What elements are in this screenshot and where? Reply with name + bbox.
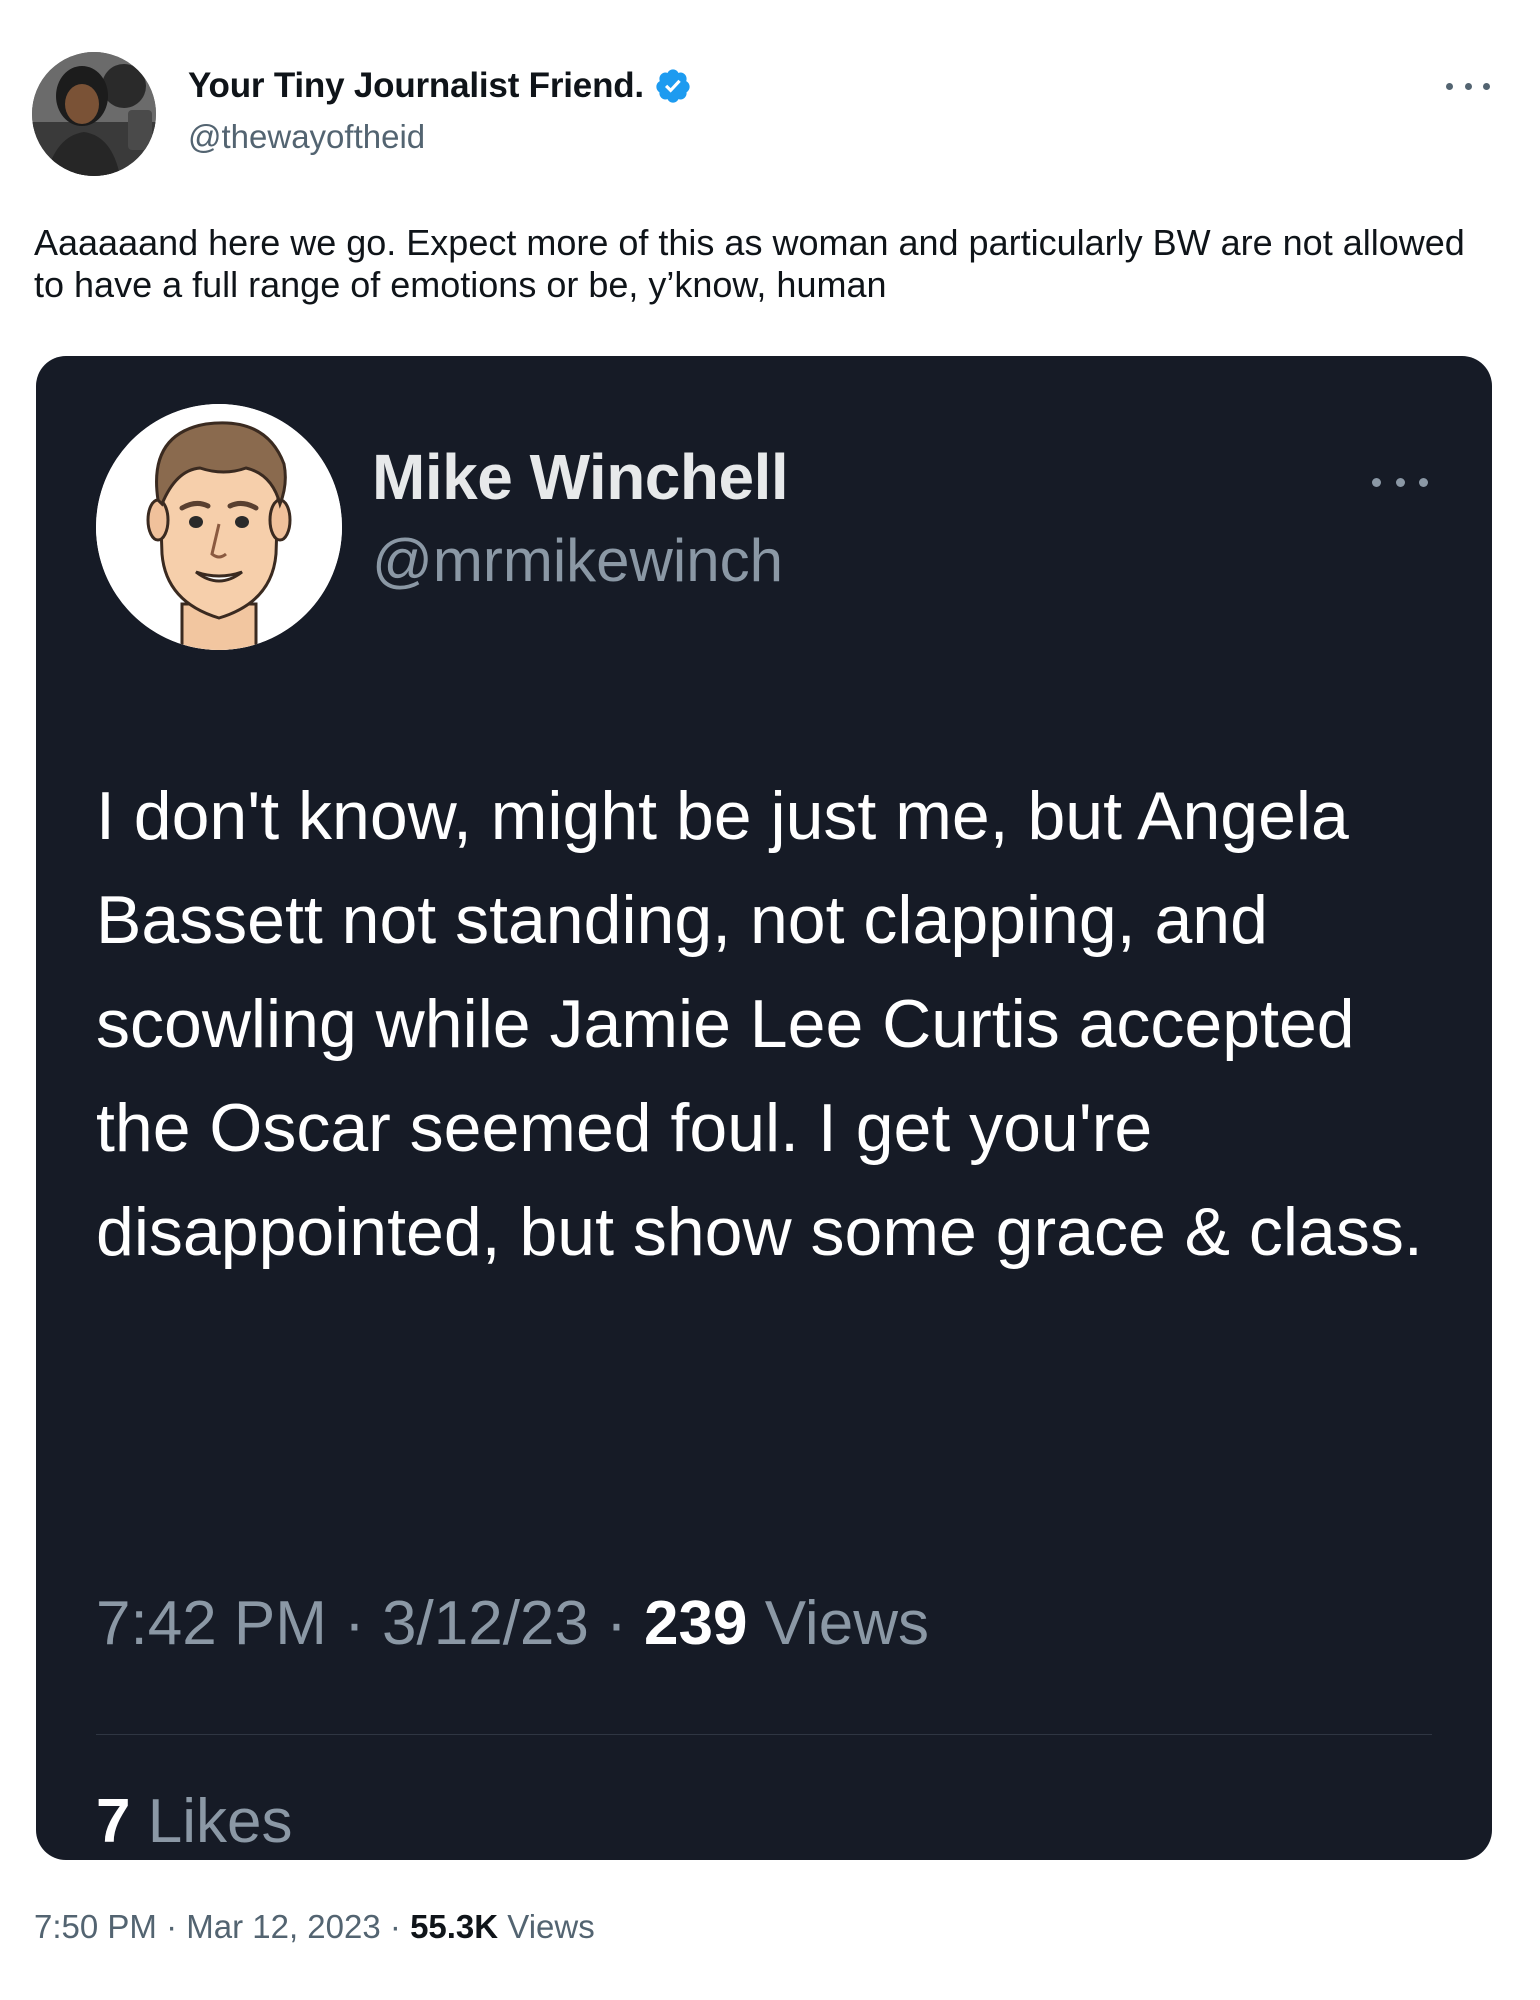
quoted-likes: 7 Likes [96,1786,292,1857]
verified-badge-icon [656,69,690,103]
author-avatar[interactable] [32,52,156,176]
tweet-meta-separator-2: · [389,1908,401,1945]
tweet-date[interactable]: Mar 12, 2023 [186,1908,380,1945]
author-handle[interactable]: @thewayoftheid [188,118,425,156]
quoted-author-avatar-image [96,404,342,650]
quoted-tweet-text: I don't know, might be just me, but Ange… [96,778,1423,1270]
author-name-row: Your Tiny Journalist Friend. [188,66,692,106]
quoted-time: 7:42 PM [96,1589,327,1658]
tweet-views-count: 55.3K [410,1908,499,1945]
quoted-likes-count: 7 [96,1787,131,1856]
quoted-tweet-image[interactable]: Mike Winchell @mrmikewinch I don't know,… [36,356,1492,1860]
tweet-screenshot: Your Tiny Journalist Friend. @thewayofth… [0,0,1540,2000]
tweet-text: Aaaaaand here we go. Expect more of this… [34,222,1465,306]
more-options-icon[interactable] [1446,72,1490,100]
tweet-meta: 7:50 PM · Mar 12, 2023 · 55.3K Views [34,1908,595,1946]
quoted-divider [96,1734,1432,1735]
quoted-separator: · [344,1589,365,1658]
author-name[interactable]: Your Tiny Journalist Friend. [188,66,644,106]
quoted-views-count: 239 [644,1589,748,1658]
quoted-author-name: Mike Winchell [372,441,789,513]
quoted-tweet-meta: 7:42 PM · 3/12/23 · 239 Views [96,1588,929,1659]
tweet-views-label: Views [507,1908,595,1945]
quoted-author-avatar [96,404,342,650]
quoted-views-label: Views [764,1589,929,1658]
quoted-separator-2: · [606,1589,627,1658]
quoted-date: 3/12/23 [382,1589,589,1658]
tweet-meta-separator: · [166,1908,178,1945]
quoted-author-handle: @mrmikewinch [372,527,783,594]
tweet-time[interactable]: 7:50 PM [34,1908,157,1945]
quoted-more-options-icon [1372,472,1428,492]
quoted-likes-label: Likes [147,1787,293,1856]
author-avatar-image [32,52,156,176]
